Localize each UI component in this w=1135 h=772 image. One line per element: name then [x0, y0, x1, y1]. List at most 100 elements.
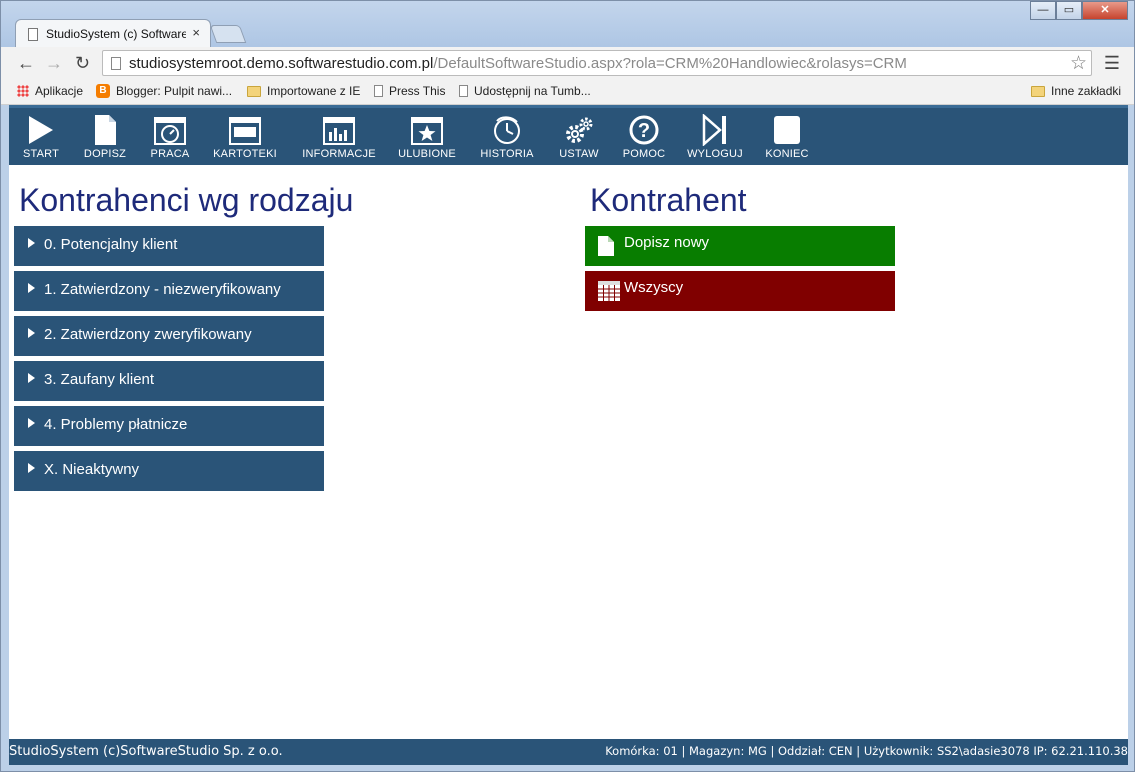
browser-tab[interactable]: StudioSystem (c) Software ×: [15, 19, 211, 47]
document-icon: [95, 115, 116, 145]
status-session-info: Komórka: 01 | Magazyn: MG | Oddział: CEN…: [605, 744, 1128, 758]
maximize-button[interactable]: ▭: [1056, 1, 1082, 20]
window-controls: — ▭ ✕: [1030, 1, 1128, 20]
category-label: 1. Zatwierdzony - niezweryfikowany: [44, 281, 281, 298]
nav-kartoteki[interactable]: KARTOTEKI: [209, 114, 281, 160]
nav-historia[interactable]: HISTORIA: [475, 114, 539, 160]
nav-ustaw[interactable]: USTAW: [555, 114, 603, 160]
tab-title: StudioSystem (c) Software: [46, 27, 186, 41]
bookmark-label: Udostępnij na Tumb...: [474, 84, 591, 98]
page-icon: [374, 85, 383, 97]
url-path: /DefaultSoftwareStudio.aspx?rola=CRM%20H…: [433, 55, 907, 72]
category-item-3[interactable]: 3. Zaufany klient: [14, 361, 324, 401]
new-tab-button[interactable]: [209, 25, 247, 43]
category-label: 4. Problemy płatnicze: [44, 416, 188, 433]
category-item-x[interactable]: X. Nieaktywny: [14, 451, 324, 491]
svg-text:?: ?: [638, 120, 650, 142]
nav-label: ULUBIONE: [398, 148, 456, 160]
history-icon: [494, 116, 520, 144]
all-contractors-button[interactable]: Wszyscy: [585, 271, 895, 311]
blogger-icon: B: [96, 84, 110, 98]
apps-grid-icon: [17, 85, 29, 97]
bookmark-apps[interactable]: Aplikacje: [17, 84, 83, 98]
nav-pomoc[interactable]: ? POMOC: [619, 114, 669, 160]
document-icon: [598, 236, 614, 256]
close-window-button[interactable]: ✕: [1082, 1, 1128, 20]
bookmarks-bar: Aplikacje B Blogger: Pulpit nawi... Impo…: [1, 79, 1134, 105]
reload-icon[interactable]: ↻: [75, 53, 90, 74]
category-item-4[interactable]: 4. Problemy płatnicze: [14, 406, 324, 446]
nav-ulubione[interactable]: ULUBIONE: [395, 114, 459, 160]
category-label: 2. Zatwierdzony zweryfikowany: [44, 326, 252, 343]
page-icon: [459, 85, 468, 97]
gears-icon: [566, 117, 593, 143]
address-bar[interactable]: studiosystemroot.demo.softwarestudio.com…: [102, 50, 1092, 76]
category-label: 0. Potencjalny klient: [44, 236, 178, 253]
expand-arrow-icon: [28, 373, 35, 383]
menu-icon[interactable]: ☰: [1104, 53, 1120, 74]
bookmark-press-this[interactable]: Press This: [374, 84, 445, 98]
nav-start[interactable]: START: [17, 114, 65, 160]
browser-toolbar: ← → ↻ studiosystemroot.demo.softwarestud…: [1, 47, 1134, 79]
bookmark-label: Inne zakładki: [1051, 84, 1122, 98]
nav-label: USTAW: [559, 148, 599, 160]
nav-label: KONIEC: [765, 148, 809, 160]
bookmark-blogger[interactable]: B Blogger: Pulpit nawi...: [96, 84, 232, 98]
category-item-1[interactable]: 1. Zatwierdzony - niezweryfikowany: [14, 271, 324, 311]
bookmark-label: Aplikacje: [35, 84, 84, 98]
bookmark-label: Press This: [389, 84, 446, 98]
browser-window: StudioSystem (c) Software × — ▭ ✕ ← → ↻ …: [0, 0, 1135, 772]
nav-praca[interactable]: PRACA: [147, 114, 193, 160]
nav-wyloguj[interactable]: WYLOGUJ: [685, 114, 745, 160]
status-bar: StudioSystem (c)SoftwareStudio Sp. z o.o…: [9, 739, 1128, 765]
url-host: studiosystemroot.demo.softwarestudio.com…: [129, 55, 434, 72]
expand-arrow-icon: [28, 463, 35, 473]
url-text: studiosystemroot.demo.softwarestudio.com…: [129, 55, 907, 72]
main-nav-bar: START DOPISZ PRACA KARTOTEKI INFORMACJE: [9, 105, 1128, 165]
add-contractor-button[interactable]: Dopisz nowy: [585, 226, 895, 266]
help-icon: ?: [629, 115, 659, 145]
page-icon: [28, 28, 38, 41]
expand-arrow-icon: [28, 418, 35, 428]
category-label: 3. Zaufany klient: [44, 371, 155, 388]
window-icon: [229, 117, 261, 145]
nav-label: HISTORIA: [480, 148, 534, 160]
clock-icon: [154, 117, 186, 145]
nav-label: WYLOGUJ: [687, 148, 743, 160]
forward-arrow-icon[interactable]: →: [45, 53, 63, 74]
tab-close-button[interactable]: ×: [192, 25, 200, 40]
bookmark-label: Importowane z IE: [267, 84, 361, 98]
page-icon: [111, 57, 121, 70]
nav-label: DOPISZ: [83, 148, 127, 160]
nav-label: INFORMACJE: [302, 148, 376, 160]
app-content: START DOPISZ PRACA KARTOTEKI INFORMACJE: [9, 105, 1128, 765]
bookmark-star-icon[interactable]: ☆: [1070, 52, 1087, 75]
nav-koniec[interactable]: KONIEC: [759, 114, 815, 160]
back-arrow-icon[interactable]: ←: [17, 53, 35, 74]
table-grid-icon: [598, 281, 620, 301]
bookmark-folder-ie[interactable]: Importowane z IE: [247, 84, 360, 98]
add-contractor-label: Dopisz nowy: [624, 234, 710, 251]
nav-dopisz[interactable]: DOPISZ: [79, 114, 131, 160]
left-panel-title: Kontrahenci wg rodzaju: [19, 182, 354, 218]
expand-arrow-icon: [28, 283, 35, 293]
bookmark-other[interactable]: Inne zakładki: [1031, 84, 1121, 98]
nav-label: START: [22, 148, 60, 160]
status-company: StudioSystem (c)SoftwareStudio Sp. z o.o…: [9, 744, 283, 759]
nav-label: PRACA: [150, 148, 190, 160]
minimize-button[interactable]: —: [1030, 1, 1056, 20]
nav-informacje[interactable]: INFORMACJE: [299, 114, 379, 160]
folder-icon: [1031, 85, 1045, 97]
folder-icon: [247, 85, 261, 97]
all-contractors-label: Wszyscy: [624, 279, 684, 296]
bookmark-tumblr[interactable]: Udostępnij na Tumb...: [459, 84, 591, 98]
right-panel-title: Kontrahent: [590, 182, 747, 218]
nav-label: KARTOTEKI: [213, 148, 277, 160]
expand-arrow-icon: [28, 238, 35, 248]
expand-arrow-icon: [28, 328, 35, 338]
play-icon: [29, 116, 53, 144]
browser-titlebar: StudioSystem (c) Software × — ▭ ✕: [1, 1, 1134, 47]
bookmark-label: Blogger: Pulpit nawi...: [116, 84, 233, 98]
category-item-0[interactable]: 0. Potencjalny klient: [14, 226, 324, 266]
category-item-2[interactable]: 2. Zatwierdzony zweryfikowany: [14, 316, 324, 356]
